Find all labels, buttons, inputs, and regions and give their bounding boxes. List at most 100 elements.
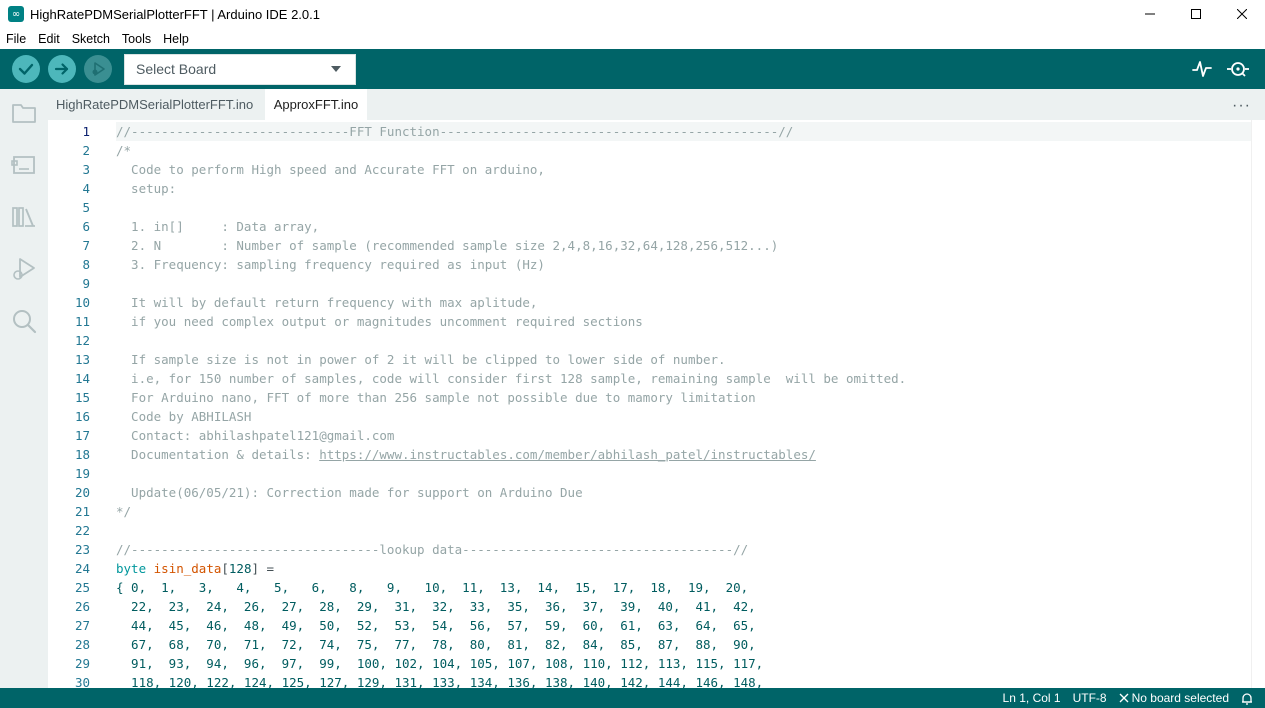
checkmark-icon [18, 63, 34, 75]
board-selector-label: Select Board [136, 61, 217, 77]
notifications-button[interactable] [1241, 692, 1253, 705]
code-line: 22, 23, 24, 26, 27, 28, 29, 31, 32, 33, … [116, 597, 1251, 616]
code-line: 118, 120, 122, 124, 125, 127, 129, 131, … [116, 673, 1251, 688]
close-icon [1237, 9, 1247, 19]
maximize-button[interactable] [1173, 0, 1219, 28]
code-line: If sample size is not in power of 2 it w… [116, 350, 1251, 369]
toolbar: Select Board [0, 49, 1265, 89]
code-line: 67, 68, 70, 71, 72, 74, 75, 77, 78, 80, … [116, 635, 1251, 654]
search-panel-button[interactable] [11, 308, 37, 334]
line-number: 27 [74, 618, 90, 633]
serial-plotter-button[interactable] [1189, 56, 1215, 82]
verify-button[interactable] [12, 55, 40, 83]
line-number: 6 [82, 219, 90, 234]
comment-text: If sample size is not in power of 2 it w… [116, 352, 726, 367]
comment-text: setup: [116, 181, 177, 196]
arduino-logo-icon: ∞ [8, 6, 24, 22]
vertical-scrollbar[interactable] [1251, 120, 1265, 688]
code-line: if you need complex output or magnitudes… [116, 312, 1251, 331]
code-line: Contact: abhilashpatel121@gmail.com [116, 426, 1251, 445]
title-bar: ∞ HighRatePDMSerialPlotterFFT | Arduino … [0, 0, 1265, 28]
code-line: It will by default return frequency with… [116, 293, 1251, 312]
debug-sidebar-icon [13, 258, 35, 280]
comment-text: Contact: abhilashpatel121@gmail.com [116, 428, 395, 443]
line-number: 10 [74, 295, 90, 310]
close-icon [1119, 693, 1129, 703]
encoding-indicator[interactable]: UTF-8 [1073, 691, 1107, 705]
maximize-icon [1191, 9, 1201, 19]
serial-monitor-button[interactable] [1225, 56, 1251, 82]
line-number: 4 [82, 181, 90, 196]
boards-manager-button[interactable] [11, 152, 37, 178]
debug-button[interactable] [84, 55, 112, 83]
documentation-link[interactable]: https://www.instructables.com/member/abh… [319, 447, 816, 462]
activity-sidebar [0, 89, 48, 688]
tab-highrate-ino[interactable]: HighRatePDMSerialPlotterFFT.ino [48, 89, 273, 120]
comment-text: It will by default return frequency with… [116, 295, 538, 310]
minimize-button[interactable] [1127, 0, 1173, 28]
code-line: 44, 45, 46, 48, 49, 50, 52, 53, 54, 56, … [116, 616, 1251, 635]
menu-file[interactable]: File [0, 32, 32, 46]
line-number: 7 [82, 238, 90, 253]
close-window-button[interactable] [1219, 0, 1265, 28]
upload-button[interactable] [48, 55, 76, 83]
code-line: //---------------------------------looku… [116, 540, 1251, 559]
line-number: 9 [82, 276, 90, 291]
number-token: 67, 68, 70, 71, 72, 74, 75, 77, 78, 80, … [116, 637, 756, 652]
code-line: 1. in[] : Data array, [116, 217, 1251, 236]
code-line: 91, 93, 94, 96, 97, 99, 100, 102, 104, 1… [116, 654, 1251, 673]
code-line: Update(06/05/21): Correction made for su… [116, 483, 1251, 502]
menu-help[interactable]: Help [157, 32, 195, 46]
line-number: 14 [74, 371, 90, 386]
comment-text: For Arduino nano, FFT of more than 256 s… [116, 390, 756, 405]
code-line: setup: [116, 179, 1251, 198]
editor-tab-bar: HighRatePDMSerialPlotterFFT.ino ApproxFF… [48, 89, 1265, 120]
window-controls [1127, 0, 1265, 28]
serial-monitor-icon [1227, 62, 1249, 77]
line-number: 5 [82, 200, 90, 215]
more-actions-icon[interactable]: ··· [1232, 97, 1251, 115]
code-line: 3. Frequency: sampling frequency require… [116, 255, 1251, 274]
library-icon [12, 207, 35, 227]
board-icon [11, 156, 35, 174]
line-number: 29 [74, 656, 90, 671]
tab-label: ApproxFFT.ino [273, 97, 359, 112]
menu-tools[interactable]: Tools [116, 32, 157, 46]
board-status[interactable]: No board selected [1119, 691, 1229, 705]
comment-text: Code to perform High speed and Accurate … [116, 162, 545, 177]
line-number: 24 [74, 561, 90, 576]
line-number: 2 [82, 143, 90, 158]
punctuation-token: ] = [251, 561, 275, 576]
line-number: 1 [82, 124, 90, 139]
line-number: 11 [74, 314, 90, 329]
folder-icon [12, 104, 36, 123]
comment-text: 1. in[] : Data array, [116, 219, 320, 234]
line-number: 25 [74, 580, 90, 595]
line-number: 20 [74, 485, 90, 500]
cursor-position[interactable]: Ln 1, Col 1 [1003, 691, 1061, 705]
line-number: 13 [74, 352, 90, 367]
board-selector[interactable]: Select Board [124, 53, 356, 85]
identifier-token: isin_data [153, 561, 222, 576]
menu-bar: File Edit Sketch Tools Help [0, 28, 1265, 49]
code-area[interactable]: //-----------------------------FFT Funct… [116, 122, 1251, 688]
sketchbook-button[interactable] [11, 100, 37, 126]
comment-text: Code by ABHILASH [116, 409, 252, 424]
board-status-label: No board selected [1131, 691, 1229, 705]
number-token: 44, 45, 46, 48, 49, 50, 52, 53, 54, 56, … [116, 618, 756, 633]
debug-panel-button[interactable] [11, 256, 37, 282]
line-number: 18 [74, 447, 90, 462]
comment-text: i.e, for 150 number of samples, code wil… [116, 371, 907, 386]
debug-icon [92, 62, 105, 76]
arrow-right-icon [54, 63, 69, 75]
code-line: //-----------------------------FFT Funct… [116, 122, 1251, 141]
tab-approxfft-ino[interactable]: ApproxFFT.ino [265, 89, 367, 120]
library-manager-button[interactable] [11, 204, 37, 230]
comment-text: if you need complex output or magnitudes… [116, 314, 643, 329]
menu-edit[interactable]: Edit [32, 32, 66, 46]
status-bar: Ln 1, Col 1 UTF-8 No board selected [0, 688, 1265, 708]
menu-sketch[interactable]: Sketch [66, 32, 116, 46]
code-editor[interactable]: 1 2 3 4 5 6 7 8 9 10 11 12 13 14 15 16 17 18 19 20 21 22 23 24 2… [48, 120, 1265, 688]
